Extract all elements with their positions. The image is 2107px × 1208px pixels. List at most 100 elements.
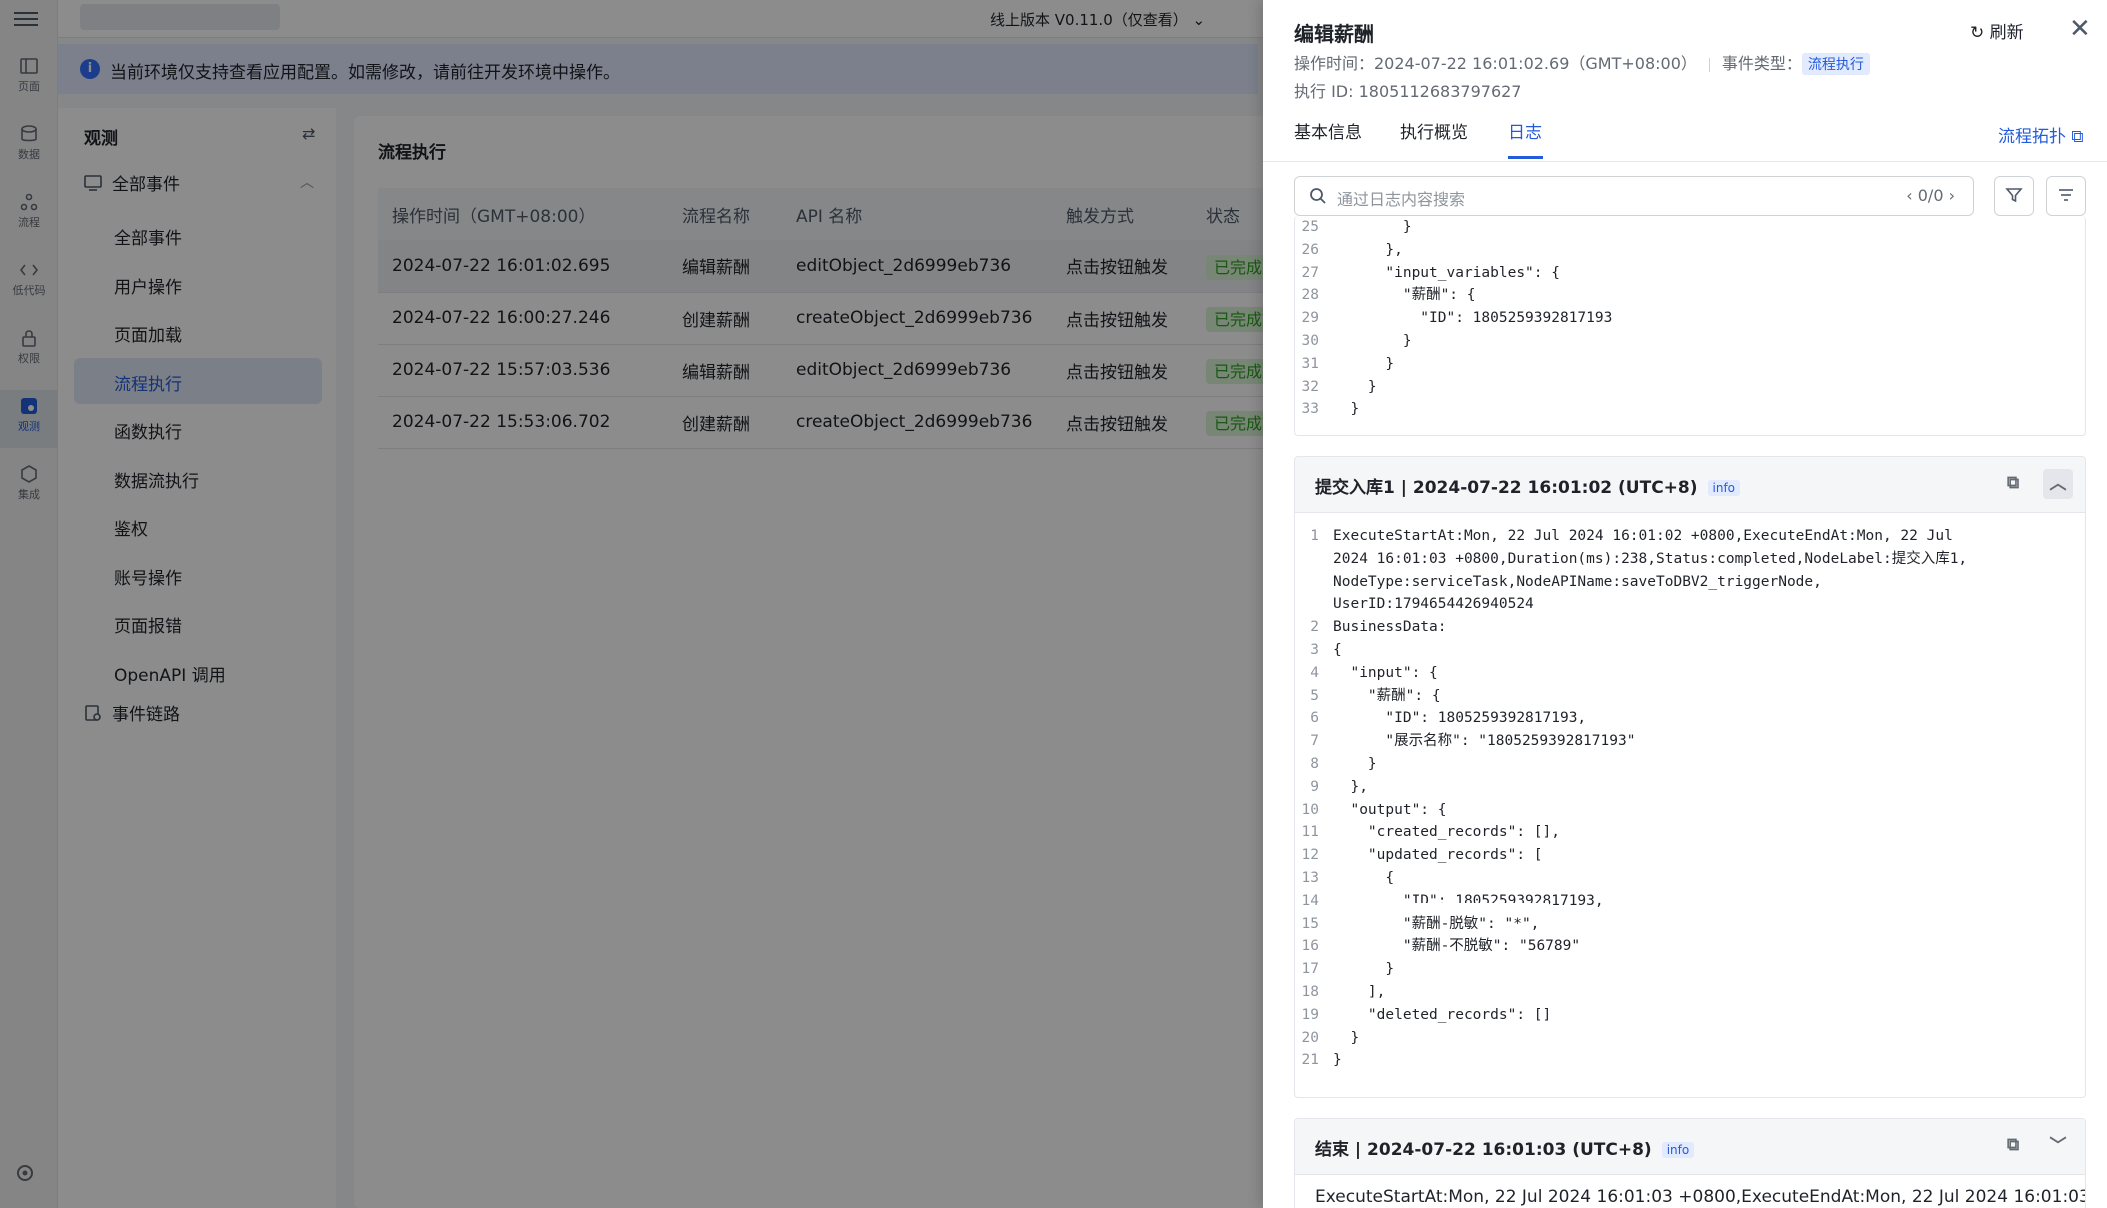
code-line: 13 { [1295,867,2085,890]
line-text: "展示名称": "1805259392817193" [1333,733,1636,750]
line-number: 1 [1310,528,1319,544]
next-icon[interactable]: › [1949,186,1955,205]
code-line: 15 "薪酬-脱敏": "*", [1295,902,2085,946]
line-text: "input": { [1333,664,1438,681]
code-line: 26 }, [1295,239,2085,262]
line-text: } [1333,355,1395,372]
search-nav: ‹ 0/0 › [1906,186,1955,205]
log-search-input[interactable]: 通过日志内容搜索 ‹ 0/0 › [1294,176,1974,216]
line-text: } [1333,1052,1342,1069]
code-line: 32 } [1295,376,2085,399]
line-number: 27 [1301,264,1319,281]
chevron-up-icon[interactable]: ︿ [2043,469,2073,499]
search-placeholder: 通过日志内容搜索 [1337,190,1466,209]
execution-id: 执行 ID: 1805112683797627 [1294,82,1522,101]
line-text: "薪酬-脱敏": "*", [1322,902,1550,946]
list-filter-icon [2059,189,2073,201]
modal-overlay[interactable] [0,0,1263,1208]
active-tab-indicator [1508,156,1543,159]
code-line: 20 } [1295,1027,2085,1050]
filter-button[interactable] [1994,176,2034,216]
line-text: "updated_records": [ [1333,847,1543,864]
prev-icon[interactable]: ‹ [1906,186,1912,205]
code-line: 16 "薪酬-不脱敏": "56789" [1295,935,2085,958]
code-line: 3{ [1295,639,2085,662]
line-number: 14 [1301,892,1319,909]
code-line: UserID:1794654426940524 [1295,593,2085,616]
code-line: 1 ExecuteStartAt:Mon, 22 Jul 2024 16:01:0… [1295,525,2085,548]
line-text: }, [1333,778,1368,795]
line-number [1295,571,1333,594]
filter-icon [2005,188,2023,203]
detail-drawer: 编辑薪酬 ↻ 刷新 ✕ 操作时间：2024-07-22 16:01:02.69（… [1263,0,2107,1208]
line-text: { [1333,869,1395,886]
line-text: UserID:1794654426940524 [1333,596,1534,613]
search-count: 0/0 [1917,186,1944,205]
line-number: 16 [1301,938,1319,955]
event-type-label: 事件类型： [1721,54,1802,73]
copy-icon[interactable]: ⧉ [2007,1135,2019,1155]
line-text: ExecuteStartAt:Mon, 22 Jul 2024 16:01:02… [1333,528,1953,544]
code-line: 6 "ID": 1805259392817193, [1295,707,2085,730]
line-number: 21 [1301,1052,1319,1069]
code-line: 2024 16:01:03 +0800,Duration(ms):238,Sta… [1295,548,2085,571]
line-text: } [1333,401,1360,418]
line-number: 18 [1301,983,1319,1000]
line-number: 2 [1310,619,1319,636]
line-text: 2024 16:01:03 +0800,Duration(ms):238,Sta… [1333,550,1968,567]
line-text: } [1333,961,1395,978]
line-text: "ID": 1805259392817193 [1333,310,1613,327]
log-entry-2: 提交入库1 | 2024-07-22 16:01:02 (UTC+8) info … [1294,456,2086,1098]
log-entry-1: 25 } 26 }, 27 "input_variables": {28 "薪酬":… [1294,216,2086,436]
log-title: 结束 | 2024-07-22 16:01:03 (UTC+8) [1315,1140,1652,1160]
line-number: 4 [1310,664,1319,681]
code-line: 21} [1295,1049,2085,1072]
line-text: } [1333,755,1377,772]
log-level-badge: info [1661,1142,1695,1158]
refresh-button[interactable]: ↻ 刷新 [1970,18,2024,43]
log-level-badge: info [1707,480,1741,496]
line-text: "ID": 1805259392817193, [1333,710,1587,727]
close-icon[interactable]: ✕ [2069,14,2091,44]
code-line: 19 "deleted_records": [] [1295,1004,2085,1027]
code-line: 17 } [1295,958,2085,981]
code-line: 8 } [1295,753,2085,776]
tab-logs[interactable]: 日志 [1508,118,1542,143]
line-text: } [1333,1029,1360,1046]
line-number: 26 [1301,241,1319,258]
line-number: 17 [1301,961,1319,978]
code-line: 14 "ID": 1805259392817193, [1295,890,2085,913]
line-number: 9 [1310,778,1319,795]
log-header[interactable]: 提交入库1 | 2024-07-22 16:01:02 (UTC+8) info … [1295,457,2085,513]
code-line: 9 }, [1295,776,2085,799]
code-line: 29 "ID": 1805259392817193 [1295,307,2085,330]
line-text: "created_records": [], [1333,824,1560,841]
tab-basic-info[interactable]: 基本信息 [1294,118,1362,143]
line-number: 12 [1301,847,1319,864]
tab-overview[interactable]: 执行概览 [1400,118,1468,143]
line-number: 29 [1301,310,1319,327]
log-code: 1 ExecuteStartAt:Mon, 22 Jul 2024 16:01:0… [1295,513,2085,1072]
log-entry-3: 结束 | 2024-07-22 16:01:03 (UTC+8) info ⧉ ﹀… [1294,1118,2086,1208]
line-number: 31 [1301,355,1319,372]
flow-topology-link[interactable]: 流程拓扑 ⧉ [1998,122,2084,147]
log-title: 提交入库1 | 2024-07-22 16:01:02 (UTC+8) [1315,478,1698,498]
copy-icon[interactable]: ⧉ [2007,473,2019,493]
log-code: 25 } 26 }, 27 "input_variables": {28 "薪酬":… [1295,216,2085,421]
refresh-icon: ↻ [1970,23,1985,43]
code-line: NodeType:serviceTask,NodeAPIName:saveToD… [1295,571,2085,594]
line-text: } [1333,219,1412,235]
log-level-button[interactable] [2046,176,2086,216]
line-number: 5 [1310,687,1319,704]
line-number: 28 [1301,287,1319,304]
line-text: BusinessData: [1333,619,1447,636]
log-header[interactable]: 结束 | 2024-07-22 16:01:03 (UTC+8) info ⧉ ﹀ [1295,1119,2085,1175]
log-preview: ExecuteStartAt:Mon, 22 Jul 2024 16:01:03… [1315,1187,2086,1207]
line-text: } [1333,332,1412,349]
line-text: { [1333,641,1342,658]
chevron-down-icon[interactable]: ﹀ [2043,1131,2073,1161]
line-number [1295,593,1333,616]
drawer-title: 编辑薪酬 [1294,22,1374,46]
line-number: 3 [1310,641,1319,658]
tabs-divider [1263,161,2107,162]
